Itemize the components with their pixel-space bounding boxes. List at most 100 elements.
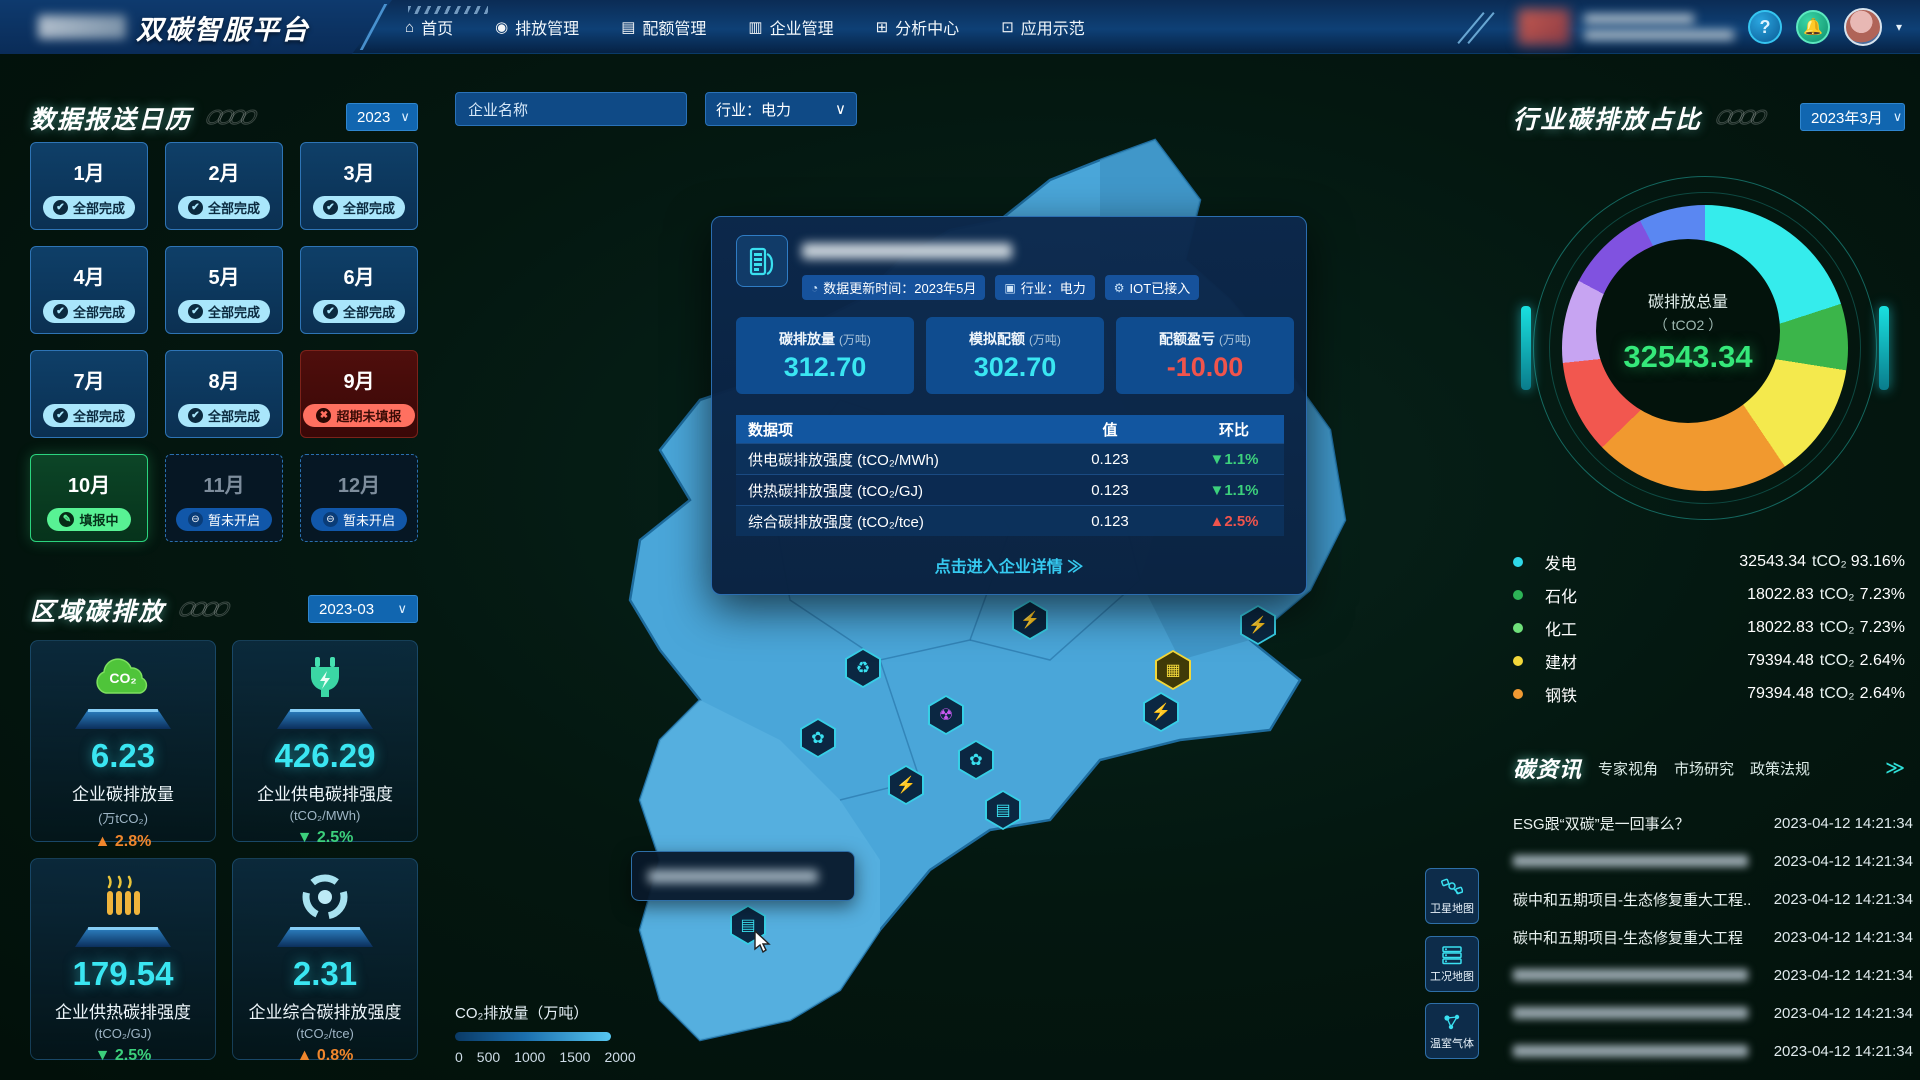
calculator-icon: ⊡ [1001, 18, 1014, 36]
metric-unit: (万吨) [1029, 333, 1061, 347]
nav-label: 排放管理 [515, 15, 579, 39]
row-delta: ▼1.1% [1184, 482, 1284, 499]
solar-panel-icon: ▦ [1157, 652, 1189, 688]
company-name-input[interactable]: 企业名称 [455, 92, 687, 126]
mouse-cursor-icon [753, 930, 773, 954]
greenhouse-gas-button[interactable]: 温室气体 [1425, 1003, 1479, 1059]
map-filters: 企业名称 行业：电力 ∨ [455, 92, 857, 126]
legend-tick: 1500 [559, 1049, 590, 1065]
row-value: 0.123 [1036, 513, 1184, 530]
nav-label: 首页 [421, 15, 453, 39]
nav-item-home[interactable]: ⌂ 首页 [405, 15, 453, 39]
condition-map-button[interactable]: 工况地图 [1425, 936, 1479, 992]
company-detail-popup: ◔ 数据更新时间：2023年5月 ▣ 行业：电力 ⚙IOT已接入 碳排放量 (万吨)… [711, 216, 1307, 595]
app-title: 双碳智服平台 [136, 8, 310, 47]
bell-icon: 🔔 [1803, 17, 1823, 37]
map-button-label: 温室气体 [1430, 1035, 1474, 1051]
calculator-icon: ⊞ [876, 18, 889, 36]
brand: 双碳智服平台 [0, 0, 392, 54]
row-value: 0.123 [1036, 451, 1184, 468]
metric-unit: (万吨) [839, 333, 871, 347]
nav-label: 应用示范 [1021, 15, 1085, 39]
legend-tick: 500 [477, 1049, 500, 1065]
document-icon: ▤ [987, 792, 1019, 828]
legend-tick: 0 [455, 1049, 463, 1065]
legend-tick: 2000 [604, 1049, 635, 1065]
popup-tags: ◔ 数据更新时间：2023年5月 ▣ 行业：电力 ⚙IOT已接入 [802, 275, 1199, 300]
metric-label: 模拟配额 [969, 331, 1025, 347]
satellite-map-button[interactable]: 卫星地图 [1425, 868, 1479, 924]
table-header-row: 数据项 值 环比 [736, 415, 1284, 443]
home-icon: ⌂ [405, 19, 414, 36]
nav-label: 配额管理 [642, 15, 706, 39]
metric-unit: (万吨) [1219, 333, 1251, 347]
metric-value: -10.00 [1116, 352, 1294, 383]
chevron-down-icon: ∨ [835, 100, 846, 118]
tag-label: IOT已接入 [1130, 278, 1191, 297]
user-avatar[interactable] [1844, 8, 1882, 46]
company-detail-link[interactable]: 点击进入企业详情 ≫ [712, 553, 1306, 577]
leaf-icon: ✿ [802, 720, 834, 756]
row-delta: ▲2.5% [1184, 513, 1284, 530]
monitor-icon: ▣ [1004, 281, 1015, 295]
metric-value: 302.70 [926, 352, 1104, 383]
main-nav: ⌂ 首页 ◉排放管理 ▤ 配额管理 ▥ 企业管理 ⊞ 分析中心 ⊡ 应用示范 [405, 0, 1085, 54]
map-color-legend: CO₂排放量（万吨） 0 500 1000 1500 2000 [455, 1002, 636, 1065]
lightning-icon: ⚡ [1242, 607, 1274, 643]
nav-item-emission[interactable]: ◉排放管理 [495, 15, 579, 39]
metric-value: 312.70 [736, 352, 914, 383]
building-icon [736, 235, 788, 287]
question-icon: ? [1759, 17, 1770, 38]
metric-emission: 碳排放量 (万吨) 312.70 [736, 317, 914, 394]
lightning-icon: ⚡ [1145, 694, 1177, 730]
notifications-button[interactable]: 🔔 [1796, 10, 1830, 44]
company-name-placeholder: 企业名称 [468, 99, 528, 120]
blurred-logo [38, 15, 126, 39]
table-row: 综合碳排放强度 (tCO₂/tce) 0.123 ▲2.5% [736, 505, 1284, 536]
blurred-org-name [1584, 14, 1734, 40]
tag-label: 行业：电力 [1021, 278, 1086, 297]
topbar-right: ? 🔔 ▾ [1470, 0, 1902, 54]
iot-tag: ⚙IOT已接入 [1105, 275, 1199, 300]
map-tooltip-company[interactable] [631, 851, 855, 901]
chevron-down-icon[interactable]: ▾ [1896, 20, 1902, 34]
popup-table: 数据项 值 环比 供电碳排放强度 (tCO₂/MWh) 0.123 ▼1.1% … [736, 415, 1284, 536]
industry-select-value: 行业：电力 [716, 99, 791, 120]
table-row: 供热碳排放强度 (tCO₂/GJ) 0.123 ▼1.1% [736, 474, 1284, 505]
map-button-label: 工况地图 [1430, 968, 1474, 984]
nav-item-enterprise[interactable]: ▥ 企业管理 [748, 15, 833, 39]
row-name: 供电碳排放强度 (tCO₂/MWh) [736, 449, 1036, 470]
monitor-icon: ▤ [621, 18, 635, 36]
map-legend-gradient [455, 1032, 611, 1041]
metric-label: 配额盈亏 [1159, 331, 1215, 347]
lightning-icon: ⚡ [890, 767, 922, 803]
nav-item-analysis[interactable]: ⊞ 分析中心 [876, 15, 960, 39]
leaf-icon: ✿ [960, 742, 992, 778]
metric-quota: 模拟配额 (万吨) 302.70 [926, 317, 1104, 394]
help-button[interactable]: ? [1748, 10, 1782, 44]
nav-item-quota[interactable]: ▤ 配额管理 [621, 15, 706, 39]
blurred-company-name [648, 870, 818, 883]
satellite-icon [1441, 877, 1463, 897]
screen-chart-icon: ▥ [748, 18, 762, 36]
clock-icon: ◔ [811, 281, 818, 295]
nav-label: 分析中心 [895, 15, 959, 39]
blurred-org-badge [1518, 9, 1570, 45]
metric-label: 碳排放量 [779, 331, 835, 347]
blurred-company-name [802, 243, 1012, 259]
server-stack-icon [1441, 945, 1463, 965]
recycle-icon: ♻ [847, 650, 879, 686]
nav-label: 企业管理 [770, 15, 834, 39]
col-header-value: 值 [1036, 419, 1184, 440]
industry-select[interactable]: 行业：电力 ∨ [705, 92, 857, 126]
tag-label: 数据更新时间：2023年5月 [823, 278, 976, 297]
col-header-delta: 环比 [1184, 419, 1284, 440]
table-row: 供电碳排放强度 (tCO₂/MWh) 0.123 ▼1.1% [736, 443, 1284, 474]
row-value: 0.123 [1036, 482, 1184, 499]
lightning-icon: ⚡ [1014, 602, 1046, 638]
legend-tick: 1000 [514, 1049, 545, 1065]
nav-item-demo[interactable]: ⊡ 应用示范 [1001, 15, 1085, 39]
update-time-tag: ◔ 数据更新时间：2023年5月 [802, 275, 985, 300]
map-button-label: 卫星地图 [1430, 900, 1474, 916]
top-navbar: 双碳智服平台 ⌂ 首页 ◉排放管理 ▤ 配额管理 ▥ 企业管理 ⊞ 分析中心 ⊡ 应用示范… [0, 0, 1920, 54]
